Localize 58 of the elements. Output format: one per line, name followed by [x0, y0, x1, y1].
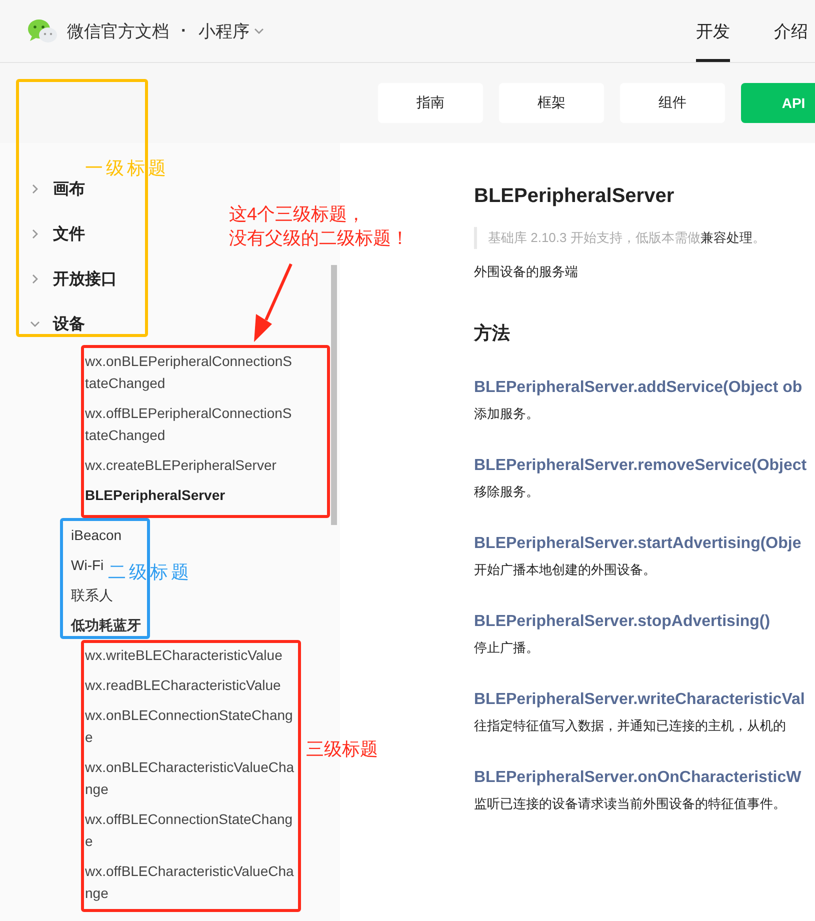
nav-tab[interactable]: 介绍	[774, 0, 808, 62]
page-title: BLEPeripheralServer	[474, 185, 676, 208]
method-link[interactable]: BLEPeripheralServer.removeService(Object	[474, 457, 815, 475]
annotation-label: 一级标题	[85, 158, 169, 178]
sidebar-section-item[interactable]: 开放接口	[30, 268, 117, 290]
sidebar-page-link[interactable]: wx.onBLEPeripheralConnectionStateChanged	[85, 346, 295, 398]
sidebar-group-item[interactable]: 联系人	[71, 580, 113, 610]
chevron-down-icon	[254, 26, 264, 36]
category-tab[interactable]: 组件	[620, 83, 725, 123]
method-description: 添加服务。	[474, 405, 540, 423]
chevron-right-icon	[30, 274, 40, 284]
sidebar-group-item[interactable]: 低功耗蓝牙	[71, 610, 141, 640]
annotation-label: 二级标题	[108, 562, 192, 582]
section-label: 画布	[53, 180, 85, 200]
sidebar-page-link[interactable]: wx.onBLECharacteristicValueChange	[85, 752, 295, 804]
sidebar-group-item[interactable]: iBeacon	[71, 520, 122, 550]
sidebar-page-link[interactable]: wx.createBLEPeripheralServer	[85, 450, 295, 480]
page-description: 外围设备的服务端	[474, 263, 579, 281]
method-link[interactable]: BLEPeripheralServer.writeCharacteristicVal	[474, 691, 815, 709]
separator-dot: ·	[181, 21, 187, 41]
scrollbar-thumb[interactable]	[331, 265, 337, 525]
method-description: 移除服务。	[474, 483, 540, 501]
sidebar-page-link[interactable]: wx.offBLECharacteristicValueChange	[85, 856, 295, 908]
method-link[interactable]: BLEPeripheralServer.stopAdvertising()	[474, 613, 815, 631]
sidebar-page-link[interactable]: wx.offBLEPeripheralConnectionStateChanged	[85, 398, 295, 450]
compat-link[interactable]: 兼容处理	[700, 230, 752, 245]
category-tab[interactable]: 指南	[378, 83, 483, 123]
sidebar-section-item[interactable]: 设备	[30, 313, 85, 335]
annotation-label: 没有父级的二级标题！	[229, 228, 409, 248]
chat-bubbles-logo-icon	[27, 18, 58, 44]
section-heading: 方法	[474, 322, 511, 345]
method-description: 停止广播。	[474, 639, 540, 657]
method-link[interactable]: BLEPeripheralServer.addService(Object ob	[474, 379, 815, 397]
method-description: 监听已连接的设备请求读当前外围设备的特征值事件。	[474, 795, 787, 813]
category-tab[interactable]: 框架	[499, 83, 604, 123]
sidebar-page-link[interactable]: wx.offBLEConnectionStateChange	[85, 804, 295, 856]
sidebar-page-link[interactable]: wx.readBLECharacteristicValue	[85, 670, 295, 700]
chevron-right-icon	[30, 229, 40, 239]
annotation-label: 这4个三级标题，	[229, 204, 366, 224]
method-description: 开始广播本地创建的外围设备。	[474, 561, 657, 579]
product-dropdown[interactable]: 小程序	[198, 20, 264, 42]
method-link[interactable]: BLEPeripheralServer.startAdvertising(Obje	[474, 535, 815, 553]
section-label: 文件	[53, 224, 85, 244]
section-label: 设备	[53, 314, 85, 334]
sidebar-group-item[interactable]: Wi-Fi	[71, 550, 104, 580]
sidebar-page-link[interactable]: wx.writeBLECharacteristicValue	[85, 640, 295, 670]
version-note: 基础库 2.10.3 开始支持，低版本需做兼容处理。	[474, 227, 815, 249]
sidebar-page-link[interactable]: wx.onBLEConnectionStateChange	[85, 700, 295, 752]
sidebar-section-item[interactable]: 文件	[30, 223, 85, 245]
method-link[interactable]: BLEPeripheralServer.onOnCharacteristicW	[474, 769, 815, 787]
chevron-down-icon	[30, 319, 40, 329]
section-label: 开放接口	[53, 269, 117, 290]
annotation-label: 三级标题	[306, 739, 378, 759]
site-title: 微信官方文档	[67, 20, 169, 42]
sidebar-page-link[interactable]: BLEPeripheralServer	[85, 480, 295, 510]
sidebar-section-item[interactable]: 画布	[30, 178, 85, 200]
method-description: 往指定特征值写入数据，并通知已连接的主机，从机的	[474, 717, 787, 735]
chevron-right-icon	[30, 184, 40, 194]
